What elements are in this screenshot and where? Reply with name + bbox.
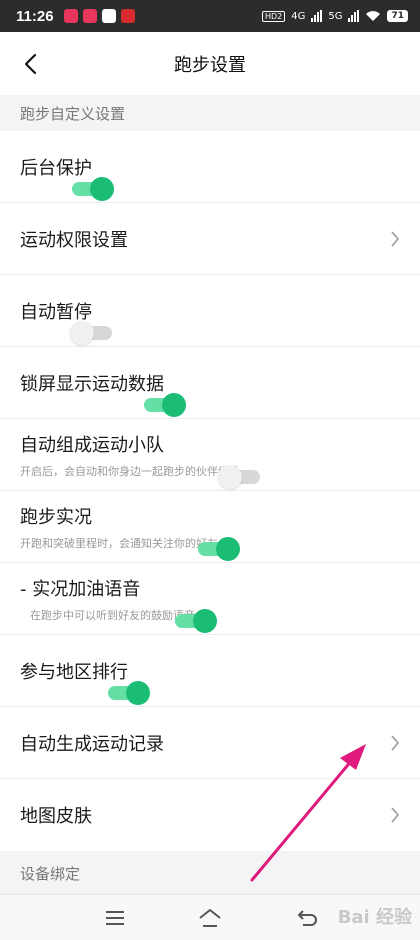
app-notification-icon: [101, 9, 116, 23]
network-5g-label: 5G: [328, 10, 343, 22]
system-nav-bar: Bai 经验: [0, 894, 420, 940]
setting-auto-team[interactable]: 自动组成运动小队 开启后，会自动和你身边一起跑步的伙伴组队: [0, 419, 420, 491]
setting-description: 开启后，会自动和你身边一起跑步的伙伴组队: [20, 464, 240, 478]
app-notification-icon: [120, 9, 135, 23]
setting-label: 跑步实况: [20, 506, 92, 528]
setting-background-protection[interactable]: 后台保护: [0, 131, 420, 203]
status-bar: 11:26 HD2 4G 5G 71: [0, 0, 420, 32]
setting-label: 地图皮肤: [20, 806, 92, 827]
signal-icon: [348, 10, 360, 22]
section-header-run-custom: 跑步自定义设置: [0, 95, 420, 131]
app-notification-icon: [63, 9, 78, 23]
setting-description: 在跑步中可以听到好友的鼓励语音: [30, 608, 195, 622]
status-time: 11:26: [16, 7, 54, 25]
home-icon: [199, 909, 221, 927]
setting-lockscreen-data[interactable]: 锁屏显示运动数据: [0, 347, 420, 419]
chevron-right-icon: [391, 230, 400, 247]
setting-region-ranking[interactable]: 参与地区排行: [0, 635, 420, 707]
signal-icon: [311, 10, 323, 22]
notification-icons: [63, 9, 135, 23]
back-button[interactable]: [12, 46, 48, 82]
setting-map-skin[interactable]: 地图皮肤: [0, 779, 420, 851]
background-protection-toggle[interactable]: [72, 176, 114, 202]
hd-badge: HD2: [261, 10, 286, 22]
chevron-right-icon: [391, 734, 400, 751]
setting-description: 开跑和突破里程时，会通知关注你的好友: [20, 536, 218, 550]
status-indicators: HD2 4G 5G 71: [261, 10, 408, 22]
chevron-left-icon: [24, 53, 37, 75]
setting-auto-pause[interactable]: 自动暂停: [0, 275, 420, 347]
watermark-text: Bai 经验: [337, 907, 412, 928]
app-header: 跑步设置: [0, 32, 420, 96]
app-notification-icon: [82, 9, 97, 23]
chevron-right-icon: [391, 807, 400, 823]
settings-list: 后台保护 运动权限设置 自动暂停 锁屏显示运动数据 自动组成运动小队 开启后，会…: [0, 131, 420, 851]
lockscreen-data-toggle[interactable]: [144, 392, 186, 418]
section-header-device-binding: 设备绑定: [0, 855, 420, 891]
setting-label: 锁屏显示运动数据: [20, 373, 164, 395]
page-title: 跑步设置: [174, 55, 246, 76]
return-icon: [297, 910, 317, 926]
menu-button[interactable]: [100, 903, 130, 933]
auto-pause-toggle[interactable]: [70, 320, 112, 346]
setting-cheer-voice[interactable]: - 实况加油语音 在跑步中可以听到好友的鼓励语音: [0, 563, 420, 635]
setting-auto-record[interactable]: 自动生成运动记录: [0, 707, 420, 779]
setting-label: 运动权限设置: [20, 229, 128, 251]
wifi-icon: [366, 11, 381, 21]
setting-label: 自动组成运动小队: [20, 434, 164, 456]
network-4g-label: 4G: [291, 10, 306, 22]
home-button[interactable]: [195, 903, 225, 933]
battery-icon: 71: [387, 10, 408, 22]
setting-run-live[interactable]: 跑步实况 开跑和突破里程时，会通知关注你的好友: [0, 491, 420, 563]
setting-label: 自动生成运动记录: [20, 733, 164, 755]
back-nav-button[interactable]: [292, 903, 322, 933]
menu-icon: [106, 911, 124, 925]
auto-team-toggle[interactable]: [218, 464, 260, 490]
region-ranking-toggle[interactable]: [108, 680, 150, 706]
setting-permissions[interactable]: 运动权限设置: [0, 203, 420, 275]
cheer-voice-toggle[interactable]: [175, 608, 217, 634]
setting-label: - 实况加油语音: [20, 578, 141, 600]
run-live-toggle[interactable]: [198, 536, 240, 562]
